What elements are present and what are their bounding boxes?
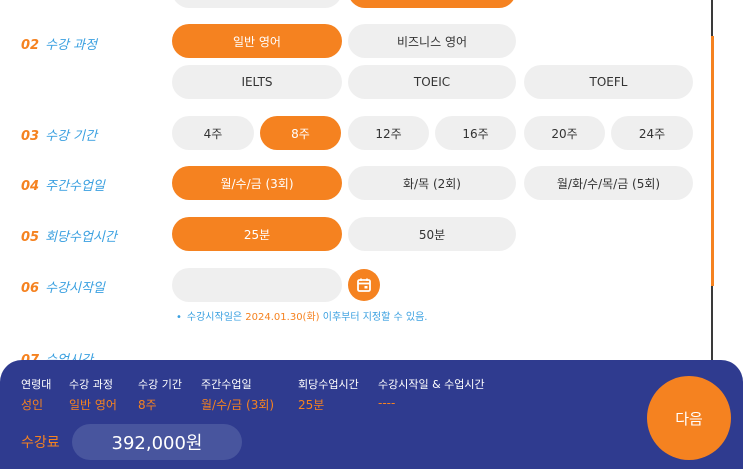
start-date-input[interactable] — [172, 268, 342, 302]
note-date: 2024.01.30(화) — [245, 312, 320, 323]
option-toefl[interactable]: TOEFL — [524, 65, 693, 99]
partial-option-button[interactable] — [172, 0, 342, 8]
summary-value: 월/수/금 (3회) — [201, 398, 275, 412]
section-label-lesson-time: 05 회당수업시간 — [21, 226, 117, 245]
option-business-english[interactable]: 비즈니스 영어 — [348, 24, 516, 58]
start-date-note: • 수강시작일은 2024.01.30(화) 이후부터 지정할 수 있음. — [176, 308, 427, 323]
option-24-weeks[interactable]: 24주 — [611, 116, 693, 150]
partial-option-button-selected[interactable] — [348, 0, 516, 8]
option-12-weeks[interactable]: 12주 — [348, 116, 429, 150]
section-label-weekly-days: 04 주간수업일 — [21, 175, 105, 194]
section-number: 03 — [21, 129, 40, 144]
note-suffix: 이후부터 지정할 수 있음. — [322, 312, 428, 323]
option-ielts[interactable]: IELTS — [172, 65, 342, 99]
option-tue-thu[interactable]: 화/목 (2회) — [348, 166, 516, 200]
next-button[interactable]: 다음 — [647, 376, 731, 460]
summary-age: 연령대 성인 — [21, 376, 51, 413]
section-number: 06 — [21, 281, 40, 296]
scrollbar-thumb[interactable] — [711, 36, 714, 286]
option-50-min[interactable]: 50분 — [348, 217, 516, 251]
summary-course: 수강 과정 일반 영어 — [69, 376, 117, 413]
option-4-weeks[interactable]: 4주 — [172, 116, 254, 150]
course-form: 02 수강 과정 일반 영어 비즈니스 영어 IELTS TOEIC TOEFL … — [0, 0, 743, 469]
option-toeic[interactable]: TOEIC — [348, 65, 516, 99]
summary-header: 연령대 — [21, 378, 52, 391]
summary-header: 수강시작일 & 수업시간 — [378, 378, 485, 391]
section-label-course: 02 수강 과정 — [21, 34, 97, 53]
note-prefix: 수강시작일은 — [186, 312, 243, 323]
option-20-weeks[interactable]: 20주 — [524, 116, 605, 150]
section-label-duration: 03 수강 기간 — [21, 125, 97, 144]
summary-duration: 수강 기간 8주 — [138, 376, 182, 413]
option-general-english[interactable]: 일반 영어 — [172, 24, 342, 58]
section-title: 수강 기간 — [45, 129, 98, 144]
summary-header: 회당수업시간 — [298, 378, 359, 391]
section-title: 주간수업일 — [45, 179, 105, 194]
note-bullet: • — [176, 312, 182, 323]
calendar-icon — [357, 278, 371, 292]
summary-weekly-days: 주간수업일 월/수/금 (3회) — [201, 376, 274, 413]
option-25-min[interactable]: 25분 — [172, 217, 342, 251]
option-8-weeks[interactable]: 8주 — [260, 116, 341, 150]
section-number: 02 — [21, 38, 40, 53]
section-number: 04 — [21, 179, 40, 194]
summary-header: 수강 과정 — [69, 378, 113, 391]
summary-header: 수강 기간 — [138, 378, 182, 391]
calendar-button[interactable] — [348, 269, 380, 301]
summary-value: 일반 영어 — [69, 398, 117, 412]
section-title: 회당수업시간 — [45, 230, 117, 245]
section-title: 수강 과정 — [45, 38, 98, 53]
option-mon-wed-fri[interactable]: 월/수/금 (3회) — [172, 166, 342, 200]
summary-value: 성인 — [21, 398, 44, 412]
summary-start: 수강시작일 & 수업시간 ---- — [378, 376, 485, 410]
summary-value: 25분 — [298, 398, 325, 412]
summary-value: ---- — [378, 396, 396, 410]
option-16-weeks[interactable]: 16주 — [435, 116, 516, 150]
summary-header: 주간수업일 — [201, 378, 252, 391]
summary-value: 8주 — [138, 398, 157, 412]
fee-label: 수강료 — [21, 435, 60, 451]
section-number: 05 — [21, 230, 40, 245]
section-title: 수강시작일 — [45, 281, 105, 296]
summary-lesson-time: 회당수업시간 25분 — [298, 376, 359, 413]
fee-amount: 392,000원 — [72, 424, 242, 460]
section-label-start-date: 06 수강시작일 — [21, 277, 105, 296]
option-mon-to-fri[interactable]: 월/화/수/목/금 (5회) — [524, 166, 693, 200]
